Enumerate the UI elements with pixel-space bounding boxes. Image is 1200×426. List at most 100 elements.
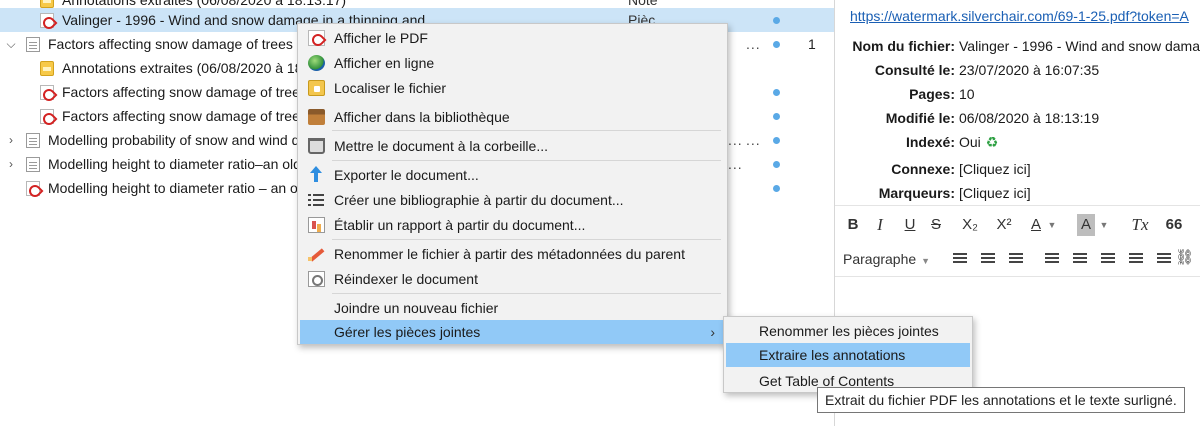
menu-item-create-bibliography[interactable]: Créer une bibliographie à partir du docu… [300, 188, 725, 212]
note-icon [40, 61, 54, 76]
meta-modified: Modifié le: 06/08/2020 à 18:13:19 [835, 106, 1200, 130]
bold-button[interactable]: B [845, 214, 861, 236]
menu-item-move-to-trash[interactable]: Mettre le document à la corbeille... [300, 134, 725, 158]
meta-accessed: Consulté le: 23/07/2020 à 16:07:35 [835, 58, 1200, 82]
meta-label: Nom du fichier: [852, 38, 955, 54]
menu-item-export[interactable]: Exporter le document... [300, 163, 725, 187]
italic-button[interactable]: I [873, 214, 887, 236]
menu-item-label: Afficher en ligne [334, 55, 435, 71]
underline-button[interactable]: U [903, 214, 917, 236]
indent-icon[interactable] [1129, 253, 1143, 265]
meta-value: 10 [959, 86, 975, 102]
meta-label: Marqueurs: [878, 185, 955, 201]
chevron-down-icon[interactable]: ⌵ [4, 32, 18, 56]
document-icon [26, 37, 40, 52]
meta-value: 23/07/2020 à 16:07:35 [959, 62, 1100, 78]
direction-icon[interactable] [1157, 253, 1171, 265]
tree-row-title: Modelling probability of snow and wind d… [48, 132, 298, 148]
menu-separator [332, 160, 721, 161]
tooltip: Extrait du fichier PDF les annotations e… [817, 387, 1185, 413]
report-icon [308, 217, 325, 233]
submenu-item-label: Extraire les annotations [759, 347, 906, 363]
meta-indexed: Indexé: Oui ♻ [835, 130, 1200, 154]
chevron-down-icon[interactable]: ▼ [1099, 214, 1109, 236]
manage-attachments-submenu: Renommer les pièces jointes Extraire les… [723, 316, 973, 393]
export-icon [308, 166, 325, 183]
menu-item-label: Créer une bibliographie à partir du docu… [334, 192, 624, 208]
rename-icon [308, 246, 325, 262]
pdf-icon [26, 181, 40, 196]
clear-format-button[interactable]: Tx [1129, 214, 1151, 236]
tree-row-title: Factors affecting snow damage of trees [62, 84, 298, 100]
menu-item-label: Réindexer le document [334, 271, 478, 287]
pdf-icon [308, 30, 325, 46]
related-link[interactable]: [Cliquez ici] [959, 157, 1031, 181]
tree-row-title: Modelling height to diameter ratio – an … [48, 180, 298, 196]
tree-row-more: ... [746, 132, 761, 148]
menu-separator [332, 130, 721, 131]
meta-label: Modifié le: [885, 110, 955, 126]
menu-item-view-online[interactable]: Afficher en ligne [300, 51, 725, 75]
chevron-down-icon[interactable]: ▼ [1047, 214, 1057, 236]
attachment-context-menu: Afficher le PDF Afficher en ligne Locali… [297, 23, 728, 345]
tags-link[interactable]: [Cliquez ici] [959, 181, 1031, 205]
reindex-icon [308, 271, 325, 287]
meta-label: Indexé: [905, 134, 955, 150]
chevron-right-icon[interactable]: › [4, 128, 18, 152]
menu-item-label: Afficher dans la bibliothèque [334, 109, 510, 125]
menu-item-label: Établir un rapport à partir du document.… [334, 217, 586, 233]
reindex-sync-icon[interactable]: ♻ [986, 130, 999, 154]
pdf-icon [40, 85, 54, 100]
menu-item-show-file[interactable]: Localiser le fichier [300, 76, 725, 100]
submenu-item-rename-attachments[interactable]: Renommer les pièces jointes [726, 319, 970, 343]
bullet-list-icon[interactable] [1045, 253, 1059, 265]
text-color-button[interactable]: A [1029, 214, 1043, 236]
pdf-icon [40, 13, 54, 28]
menu-item-rename-from-parent[interactable]: Renommer le fichier à partir des métadon… [300, 242, 725, 266]
tree-row-title: Factors affecting snow damage of trees [62, 108, 298, 124]
menu-item-reindex[interactable]: Réindexer le document [300, 267, 725, 291]
blockquote-button[interactable]: 66 [1163, 214, 1185, 236]
menu-separator [332, 239, 721, 240]
indexed-dot-icon [773, 41, 780, 48]
menu-item-show-in-library[interactable]: Afficher dans la bibliothèque [300, 105, 725, 129]
subscript-button[interactable]: X₂ [959, 214, 981, 236]
indexed-dot-icon [773, 89, 780, 96]
meta-related: Connexe: [Cliquez ici] [835, 157, 1200, 181]
find-replace-icon[interactable]: ⛓ [1175, 247, 1194, 269]
indexed-dot-icon [773, 113, 780, 120]
meta-filename: Nom du fichier: Valinger - 1996 - Wind a… [835, 34, 1200, 58]
menu-item-label: Localiser le fichier [334, 80, 447, 96]
menu-item-manage-attachments[interactable]: Gérer les pièces jointes › [300, 320, 725, 344]
numbered-list-icon[interactable] [1073, 253, 1087, 265]
menu-item-label: Afficher le PDF [334, 30, 428, 46]
note-icon [40, 0, 54, 8]
align-right-icon[interactable] [1009, 253, 1023, 265]
superscript-button[interactable]: X² [993, 214, 1015, 236]
align-center-icon[interactable] [981, 253, 995, 265]
meta-label: Connexe: [891, 161, 955, 177]
align-left-icon[interactable] [953, 253, 967, 265]
chevron-right-icon[interactable]: › [4, 152, 18, 176]
document-icon [26, 157, 40, 172]
menu-separator [332, 293, 721, 294]
meta-value[interactable]: Valinger - 1996 - Wind and snow damage i… [959, 34, 1200, 58]
attachment-url-link[interactable]: https://watermark.silverchair.com/69-1-2… [850, 8, 1189, 24]
highlight-color-button[interactable]: A [1077, 214, 1096, 236]
submenu-item-extract-annotations[interactable]: Extraire les annotations [726, 343, 970, 367]
meta-value: 06/08/2020 à 18:13:19 [959, 110, 1100, 126]
strikethrough-button[interactable]: S [929, 214, 943, 236]
indexed-dot-icon [773, 137, 780, 144]
note-editor-toolbar-2: Paragraphe ▼ ⛓ [835, 241, 1200, 277]
menu-item-view-pdf[interactable]: Afficher le PDF [300, 26, 725, 50]
document-icon [26, 133, 40, 148]
menu-item-label: Renommer le fichier à partir des métadon… [334, 246, 685, 262]
menu-item-attach-new-file[interactable]: Joindre un nouveau fichier [300, 296, 725, 320]
menu-item-generate-report[interactable]: Établir un rapport à partir du document.… [300, 213, 725, 237]
outdent-icon[interactable] [1101, 253, 1115, 265]
paragraph-format-select[interactable]: Paragraphe ▼ [843, 248, 930, 270]
menu-item-label: Mettre le document à la corbeille... [334, 138, 548, 154]
globe-icon [308, 55, 325, 71]
menu-item-label: Gérer les pièces jointes [334, 324, 481, 340]
submenu-item-label: Renommer les pièces jointes [759, 323, 939, 339]
